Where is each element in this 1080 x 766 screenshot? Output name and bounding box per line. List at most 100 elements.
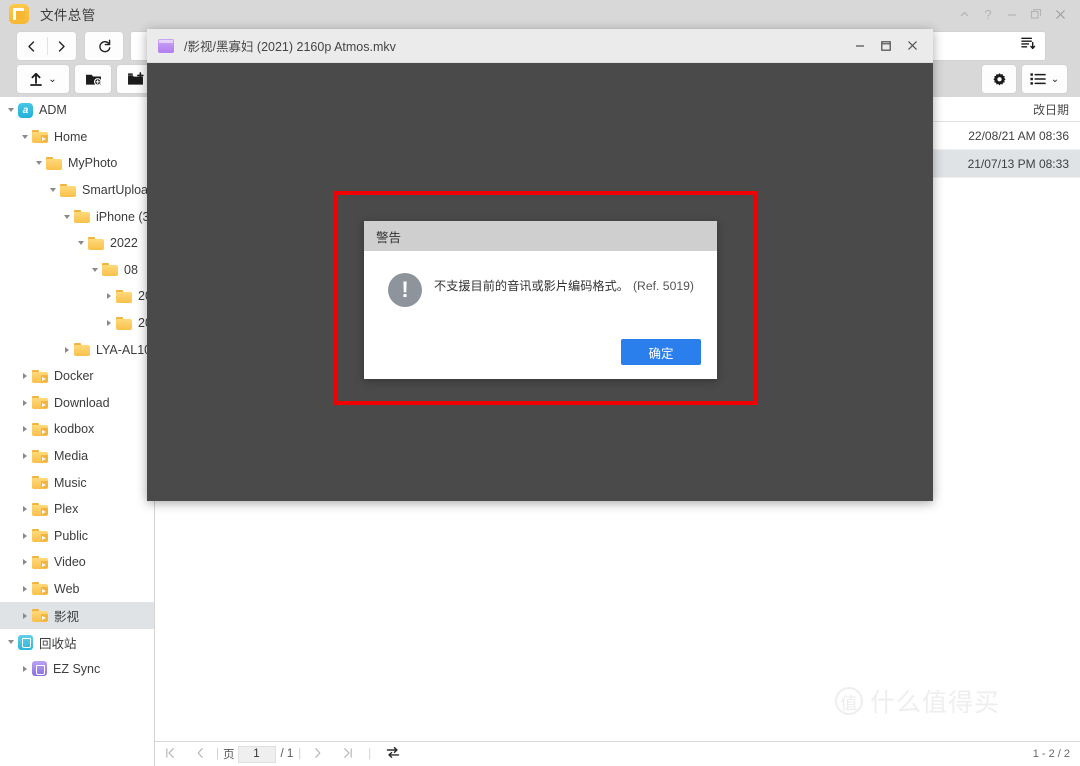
sidebar-item-[interactable]: 影视 xyxy=(0,602,154,629)
sync-icon[interactable] xyxy=(386,746,400,762)
sidebar-item-web[interactable]: Web xyxy=(0,576,154,603)
sidebar-item-video[interactable]: Video xyxy=(0,549,154,576)
forward-button[interactable] xyxy=(47,32,77,60)
sidebar-item-label: Docker xyxy=(54,369,94,383)
page-label: 页 xyxy=(223,746,235,762)
sidebar-item-label: Media xyxy=(54,449,88,463)
adm-icon: a xyxy=(18,103,33,118)
twisty-expanded-icon[interactable] xyxy=(62,211,73,222)
twisty-expanded-icon[interactable] xyxy=(20,131,31,142)
sidebar-item-label: 08 xyxy=(124,263,138,277)
sidebar-item-adm[interactable]: aADM xyxy=(0,97,154,124)
twisty-expanded-icon[interactable] xyxy=(6,637,17,648)
sidebar-item-ez-sync[interactable]: EZ Sync xyxy=(0,655,154,682)
chevron-up-icon[interactable] xyxy=(952,0,976,28)
page-number-input[interactable] xyxy=(238,746,276,763)
sort-filter-icon[interactable] xyxy=(1021,36,1036,56)
help-icon[interactable]: ? xyxy=(976,0,1000,28)
twisty-collapsed-icon[interactable] xyxy=(62,344,73,355)
sidebar-item-smartupload[interactable]: SmartUpload xyxy=(0,177,154,204)
chevron-down-icon[interactable]: ⌄ xyxy=(1051,74,1059,85)
sidebar-item-2022[interactable]: 2022. xyxy=(0,283,154,310)
shared-folder-icon xyxy=(32,609,48,622)
shared-folder-icon xyxy=(32,370,48,383)
player-titlebar[interactable]: /影视/黑寡妇 (2021) 2160p Atmos.mkv xyxy=(147,29,933,63)
sidebar-item-iphone-3[interactable]: iPhone (3) xyxy=(0,203,154,230)
restore-button[interactable] xyxy=(1024,0,1048,28)
separator: | xyxy=(216,748,219,760)
shared-folder-icon xyxy=(32,503,48,516)
sidebar-item-[interactable]: 回收站 xyxy=(0,629,154,656)
back-button[interactable] xyxy=(17,32,47,60)
twisty-collapsed-icon[interactable] xyxy=(104,291,115,302)
twisty-collapsed-icon[interactable] xyxy=(20,424,31,435)
column-header-date[interactable]: 改日期 xyxy=(1033,101,1069,118)
twisty-collapsed-icon[interactable] xyxy=(104,318,115,329)
sidebar-tree[interactable]: aADMHomeMyPhotoSmartUploadiPhone (3)2022… xyxy=(0,97,155,766)
sidebar-item-plex[interactable]: Plex xyxy=(0,496,154,523)
twisty-collapsed-icon[interactable] xyxy=(20,371,31,382)
new-folder-button[interactable] xyxy=(75,65,111,93)
player-video-area[interactable]: 警告 ! 不支援目前的音讯或影片编码格式。(Ref. 5019) 确定 xyxy=(147,63,933,501)
sidebar-item-label: LYA-AL10 xyxy=(96,343,151,357)
chevron-down-icon[interactable]: ⌄ xyxy=(48,74,56,85)
shared-folder-icon xyxy=(32,130,48,143)
sidebar-item-kodbox[interactable]: kodbox xyxy=(0,416,154,443)
sidebar-item-label: Plex xyxy=(54,502,78,516)
twisty-collapsed-icon[interactable] xyxy=(20,663,31,674)
player-minimize-button[interactable] xyxy=(847,29,873,63)
twisty-collapsed-icon[interactable] xyxy=(20,397,31,408)
sidebar-item-music[interactable]: Music xyxy=(0,469,154,496)
previous-page-button[interactable] xyxy=(185,747,215,762)
sidebar-item-docker[interactable]: Docker xyxy=(0,363,154,390)
sidebar-item-08[interactable]: 08 xyxy=(0,257,154,284)
shared-folder-icon xyxy=(32,396,48,409)
twisty-collapsed-icon[interactable] xyxy=(20,583,31,594)
twisty-expanded-icon[interactable] xyxy=(6,105,17,116)
twisty-collapsed-icon[interactable] xyxy=(20,451,31,462)
watermark-logo: 值 xyxy=(835,687,863,715)
folder-icon xyxy=(74,210,90,223)
dialog-reference-code: (Ref. 5019) xyxy=(633,279,694,293)
close-button[interactable] xyxy=(1048,0,1072,28)
sidebar-item-home[interactable]: Home xyxy=(0,124,154,151)
sidebar-item-public[interactable]: Public xyxy=(0,523,154,550)
twisty-collapsed-icon[interactable] xyxy=(20,530,31,541)
watermark-text: 什么值得买 xyxy=(870,683,1000,719)
folder-icon xyxy=(88,237,104,250)
cell-modified-date: 22/08/21 AM 08:36 xyxy=(968,129,1069,143)
sidebar-item-lya-al10[interactable]: LYA-AL10 xyxy=(0,336,154,363)
next-page-button[interactable] xyxy=(302,747,332,762)
sidebar-item-2022[interactable]: 2022. xyxy=(0,310,154,337)
sidebar-item-download[interactable]: Download xyxy=(0,390,154,417)
navigation-buttons xyxy=(17,32,76,60)
upload-button[interactable]: ⌄ xyxy=(17,65,69,93)
warning-icon: ! xyxy=(388,273,422,307)
minimize-button[interactable] xyxy=(1000,0,1024,28)
ok-button[interactable]: 确定 xyxy=(621,339,701,365)
recycle-bin-icon xyxy=(18,635,33,650)
twisty-collapsed-icon[interactable] xyxy=(20,504,31,515)
shared-folder-icon xyxy=(32,529,48,542)
shared-folder-icon xyxy=(32,476,48,489)
last-page-button[interactable] xyxy=(332,747,362,762)
view-mode-button[interactable]: ⌄ xyxy=(1022,65,1067,93)
sidebar-item-2022[interactable]: 2022 xyxy=(0,230,154,257)
refresh-button[interactable] xyxy=(85,32,123,60)
window-controls: ? xyxy=(952,0,1080,28)
twisty-expanded-icon[interactable] xyxy=(90,264,101,275)
player-close-button[interactable] xyxy=(899,29,925,63)
sidebar-item-myphoto[interactable]: MyPhoto xyxy=(0,150,154,177)
twisty-collapsed-icon[interactable] xyxy=(20,557,31,568)
sidebar-item-media[interactable]: Media xyxy=(0,443,154,470)
twisty-expanded-icon[interactable] xyxy=(34,158,45,169)
settings-button[interactable] xyxy=(982,65,1016,93)
separator: | xyxy=(368,748,371,760)
first-page-button[interactable] xyxy=(155,747,185,762)
shared-folder-icon xyxy=(32,450,48,463)
video-player-window: /影视/黑寡妇 (2021) 2160p Atmos.mkv 警告 ! xyxy=(147,29,933,501)
twisty-expanded-icon[interactable] xyxy=(48,185,59,196)
twisty-collapsed-icon[interactable] xyxy=(20,610,31,621)
player-restore-button[interactable] xyxy=(873,29,899,63)
twisty-expanded-icon[interactable] xyxy=(76,238,87,249)
